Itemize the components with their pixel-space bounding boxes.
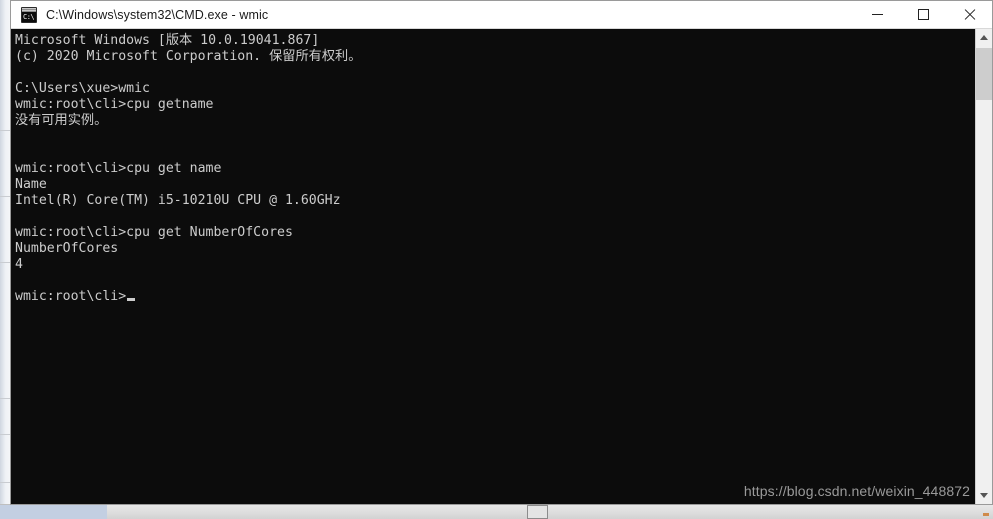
background-bottom-button [527, 505, 548, 519]
close-button[interactable] [946, 1, 992, 28]
console-line: Intel(R) Core(TM) i5-10210U CPU @ 1.60GH… [15, 193, 341, 208]
scrollbar-thumb[interactable] [976, 48, 992, 100]
console-line: 没有可用实例。 [15, 113, 108, 128]
console-line: (c) 2020 Microsoft Corporation. 保留所有权利。 [15, 49, 362, 64]
scroll-down-arrow[interactable] [976, 487, 992, 504]
scroll-up-arrow[interactable] [976, 29, 992, 46]
window-titlebar[interactable]: C:\ C:\Windows\system32\CMD.exe - wmic [11, 1, 992, 29]
text-cursor [127, 298, 136, 301]
close-icon [963, 8, 976, 21]
watermark-text: https://blog.csdn.net/weixin_448872 [743, 483, 970, 499]
cmd-console-icon: C:\ [21, 6, 37, 23]
minimize-button[interactable] [854, 1, 900, 28]
console-output[interactable]: Microsoft Windows [版本 10.0.19041.867] (c)… [11, 29, 975, 504]
background-bottom-bar [0, 504, 993, 519]
scrollbar-track[interactable] [976, 46, 992, 487]
console-line: Name [15, 177, 47, 192]
command-prompt-window: C:\ C:\Windows\system32\CMD.exe - wmic M… [10, 0, 993, 505]
chevron-up-icon [980, 35, 988, 40]
console-line: wmic:root\cli> [15, 289, 975, 305]
console-line: C:\Users\xue>wmic [15, 81, 150, 96]
console-line: NumberOfCores [15, 241, 119, 256]
maximize-button[interactable] [900, 1, 946, 28]
window-title: C:\Windows\system32\CMD.exe - wmic [46, 7, 269, 22]
minimize-icon [871, 14, 883, 15]
chevron-down-icon [980, 493, 988, 498]
console-line: wmic:root\cli>cpu get NumberOfCores [15, 225, 293, 240]
console-line: Microsoft Windows [版本 10.0.19041.867] [15, 33, 320, 48]
console-line: 4 [15, 257, 23, 272]
console-area[interactable]: Microsoft Windows [版本 10.0.19041.867] (c)… [11, 29, 992, 504]
console-line: wmic:root\cli>cpu get name [15, 161, 222, 176]
background-bottom-tick [983, 513, 989, 516]
cmd-icon-glyph: C:\ [23, 12, 35, 21]
maximize-icon [917, 9, 929, 20]
console-line: wmic:root\cli>cpu getname [15, 97, 214, 112]
console-scrollbar[interactable] [975, 29, 992, 504]
background-bottom-left-block [0, 505, 107, 519]
